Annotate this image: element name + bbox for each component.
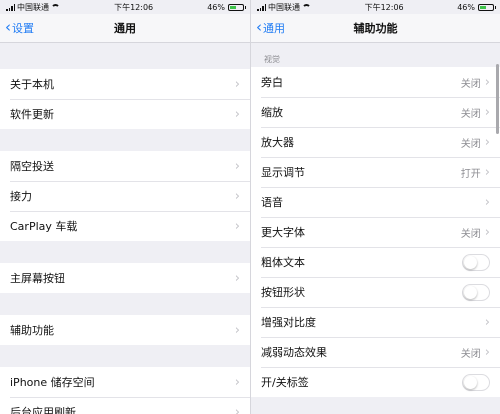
list-item-zoom[interactable]: 缩放 关闭 ›: [251, 97, 500, 127]
back-button[interactable]: ‹ 通用: [256, 14, 285, 42]
list-item-background-refresh[interactable]: 后台应用刷新 ›: [0, 397, 250, 414]
list-item-reduce-motion[interactable]: 减弱动态效果 关闭 ›: [251, 337, 500, 367]
chevron-right-icon: ›: [484, 344, 490, 360]
page-title: 辅助功能: [353, 22, 398, 35]
carrier-label: 中国联通: [268, 2, 300, 12]
signal-icon: [6, 3, 15, 11]
chevron-right-icon: ›: [234, 158, 240, 174]
scrollbar[interactable]: [496, 64, 499, 134]
list-item-bold-text: 粗体文本: [251, 247, 500, 277]
accessibility-panel: 中国联通 下午12:06 46% ‹ 通用 辅助功能 视觉 旁白 关闭 › 缩放 …: [250, 0, 500, 414]
wifi-icon: [51, 4, 60, 10]
list-item-value: 打开: [460, 168, 481, 180]
list-item-label: 后台应用刷新: [10, 406, 76, 414]
list-item-label: 减弱动态效果: [261, 346, 327, 359]
back-button[interactable]: ‹ 设置: [5, 14, 34, 42]
list-item-voiceover[interactable]: 旁白 关闭 ›: [251, 67, 500, 97]
list-item-speech[interactable]: 语音 ›: [251, 187, 500, 217]
chevron-right-icon: ›: [484, 164, 490, 180]
list-item-iphone-storage[interactable]: iPhone 储存空间 ›: [0, 367, 250, 397]
list-item-label: 旁白: [261, 76, 283, 89]
list-item-label: 放大器: [261, 136, 294, 149]
list-item-label: 粗体文本: [261, 256, 305, 269]
list-item-accessibility[interactable]: 辅助功能 ›: [0, 315, 250, 345]
list-item-software-update[interactable]: 软件更新 ›: [0, 99, 250, 129]
chevron-right-icon: ›: [234, 270, 240, 286]
list-item-handoff[interactable]: 接力 ›: [0, 181, 250, 211]
list-item-label: 显示调节: [261, 166, 305, 179]
list-item-label: 更大字体: [261, 226, 305, 239]
nav-bar: ‹ 通用 辅助功能: [251, 14, 500, 43]
list-item-value: 关闭: [460, 108, 481, 120]
list-item-label: 主屏幕按钮: [10, 272, 65, 285]
list-item-label: 软件更新: [10, 108, 54, 121]
list-item-increase-contrast[interactable]: 增强对比度 ›: [251, 307, 500, 337]
chevron-right-icon: ›: [234, 76, 240, 92]
list-item-value: 关闭: [460, 348, 481, 360]
list-item-magnifier[interactable]: 放大器 关闭 ›: [251, 127, 500, 157]
list-item-button-shapes: 按钮形状: [251, 277, 500, 307]
wifi-icon: [302, 4, 311, 10]
list-item-label: iPhone 储存空间: [10, 376, 95, 389]
list-item-value: 关闭: [460, 138, 481, 150]
list-item-airdrop[interactable]: 隔空投送 ›: [0, 151, 250, 181]
chevron-left-icon: ‹: [256, 17, 262, 36]
chevron-right-icon: ›: [234, 404, 240, 414]
status-bar: 中国联通 下午12:06 46%: [251, 0, 500, 14]
battery-percent: 46%: [207, 2, 225, 12]
nav-bar: ‹ 设置 通用: [0, 14, 250, 43]
list-item-carplay[interactable]: CarPlay 车载 ›: [0, 211, 250, 241]
list-item-label: 接力: [10, 190, 32, 203]
status-bar: 中国联通 下午12:06 46%: [0, 0, 250, 14]
page-title: 通用: [114, 22, 136, 35]
chevron-right-icon: ›: [234, 374, 240, 390]
list-item-label: 关于本机: [10, 78, 54, 91]
chevron-right-icon: ›: [484, 224, 490, 240]
list-item-home-button[interactable]: 主屏幕按钮 ›: [0, 263, 250, 293]
chevron-right-icon: ›: [484, 314, 490, 330]
chevron-left-icon: ‹: [5, 17, 11, 36]
status-time: 下午12:06: [364, 2, 404, 12]
list-item-label: 缩放: [261, 106, 283, 119]
battery-icon: [228, 3, 246, 11]
chevron-right-icon: ›: [234, 106, 240, 122]
list-item-value: 关闭: [460, 228, 481, 240]
list-item-label: 开/关标签: [261, 376, 309, 389]
chevron-right-icon: ›: [234, 218, 240, 234]
carrier-label: 中国联通: [17, 2, 49, 12]
list-item-label: 按钮形状: [261, 286, 305, 299]
bold-text-toggle[interactable]: [462, 253, 490, 271]
status-time: 下午12:06: [114, 2, 154, 12]
list-item-label: 增强对比度: [261, 316, 316, 329]
list-item-label: 隔空投送: [10, 160, 54, 173]
button-shapes-toggle[interactable]: [462, 283, 490, 301]
section-header-vision: 视觉: [264, 55, 280, 64]
chevron-right-icon: ›: [234, 188, 240, 204]
list-item-about[interactable]: 关于本机 ›: [0, 69, 250, 99]
list-item-label: 辅助功能: [10, 324, 54, 337]
list-item-on-off-labels: 开/关标签: [251, 367, 500, 397]
chevron-right-icon: ›: [484, 194, 490, 210]
list-item-display-accommodations[interactable]: 显示调节 打开 ›: [251, 157, 500, 187]
chevron-right-icon: ›: [484, 134, 490, 150]
chevron-right-icon: ›: [484, 74, 490, 90]
battery-icon: [478, 3, 496, 11]
chevron-right-icon: ›: [484, 104, 490, 120]
battery-percent: 46%: [457, 2, 475, 12]
list-item-label: CarPlay 车载: [10, 220, 78, 233]
chevron-right-icon: ›: [234, 322, 240, 338]
back-label: 设置: [12, 22, 34, 35]
signal-icon: [257, 3, 266, 11]
list-item-label: 语音: [261, 196, 283, 209]
general-settings-panel: 中国联通 下午12:06 46% ‹ 设置 通用 关于本机 › 软件更新 › 隔…: [0, 0, 250, 414]
back-label: 通用: [263, 22, 285, 35]
on-off-labels-toggle[interactable]: [462, 373, 490, 391]
list-item-value: 关闭: [460, 78, 481, 90]
list-item-larger-text[interactable]: 更大字体 关闭 ›: [251, 217, 500, 247]
